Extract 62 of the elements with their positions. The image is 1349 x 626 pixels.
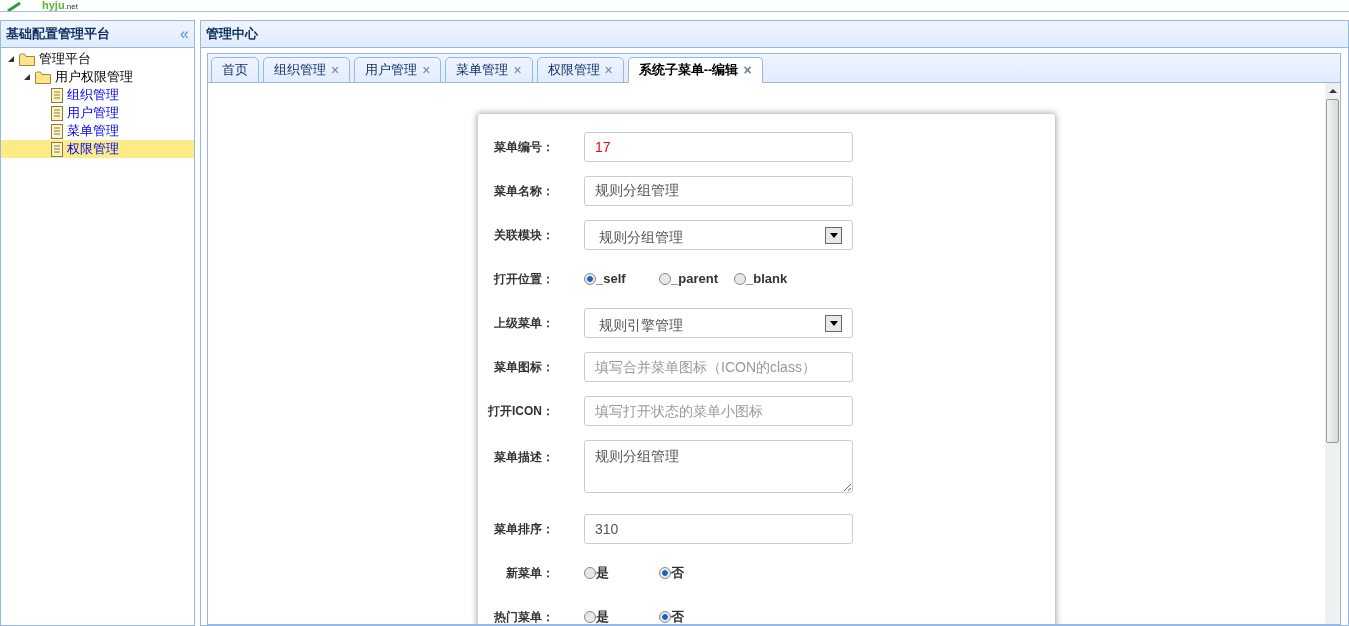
tab[interactable]: 菜单管理 × [445,57,533,83]
radio-label: 否 [671,608,684,624]
select-field[interactable]: 规则分组管理 [584,220,853,250]
radio-button[interactable] [659,273,671,285]
tab[interactable]: 用户管理 × [354,57,442,83]
field-label: 打开ICON： [487,403,554,420]
radio-button[interactable] [659,567,671,579]
input-field[interactable]: 填写合并菜单图标（ICON的class） [584,352,853,382]
field-label: 新菜单： [505,565,554,582]
input-field[interactable]: 规则分组管理 [584,176,853,206]
radio-label: 是 [596,564,609,583]
tab[interactable]: 首页 [211,57,259,83]
radio-label: _parent [671,270,718,289]
field-label: 菜单描述： [493,449,554,466]
text-area[interactable]: 规则分组管理 [584,440,853,493]
field-label: 菜单排序： [493,521,554,538]
field-label: 菜单编号： [493,139,554,156]
scrollbar[interactable] [1325,83,1340,624]
tree-item[interactable]: 用户权限管理 [1,68,194,86]
tree-item[interactable]: 组织管理 [1,86,194,104]
tab[interactable]: 系统子菜单--编辑 × [627,57,763,83]
field-label: 菜单名称： [493,183,554,200]
radio-label: _self [596,270,626,289]
document-icon [51,123,63,139]
folder-icon [35,70,51,84]
scroll-thumb[interactable] [1326,99,1339,443]
document-icon [51,105,63,121]
folder-icon [19,52,35,66]
tree-item[interactable]: 管理平台 [1,50,194,68]
radio-label: 是 [596,608,609,624]
document-icon [51,141,63,157]
input-field[interactable]: 填写打开状态的菜单小图标 [584,396,853,426]
close-icon[interactable]: × [331,63,340,77]
tab[interactable]: 组织管理 × [263,57,351,83]
tree-item[interactable]: 用户管理 [1,104,194,122]
input-field[interactable]: 310 [584,514,853,544]
field-label: 热门菜单： [493,609,554,624]
logo-text: hyju [42,0,65,11]
field-label: 上级菜单： [493,315,554,332]
field-label: 菜单图标： [493,359,554,376]
radio-button[interactable] [584,611,596,623]
close-icon[interactable]: × [513,63,522,77]
panel-title: 基础配置管理平台 [6,25,111,44]
radio-button[interactable] [584,567,596,579]
radio-label: 否 [671,564,684,583]
field-label: 打开位置： [493,271,554,288]
tree-item[interactable]: 权限管理 [1,140,194,158]
close-icon[interactable]: × [604,63,613,77]
radio-button[interactable] [659,611,671,623]
select-field[interactable]: 规则引擎管理 [584,308,853,338]
close-icon[interactable]: × [422,63,431,77]
radio-label: _blank [746,270,788,289]
input-field[interactable]: 17 [584,132,853,162]
tab[interactable]: 权限管理 × [536,57,624,83]
panel-title: 管理中心 [206,25,258,44]
field-label: 关联模块： [493,227,554,244]
radio-button[interactable] [584,273,596,285]
radio-button[interactable] [734,273,746,285]
close-icon[interactable]: × [743,63,752,77]
tree-item[interactable]: 菜单管理 [1,122,194,140]
document-icon [51,87,63,103]
logo-suffix: .net [64,3,78,11]
